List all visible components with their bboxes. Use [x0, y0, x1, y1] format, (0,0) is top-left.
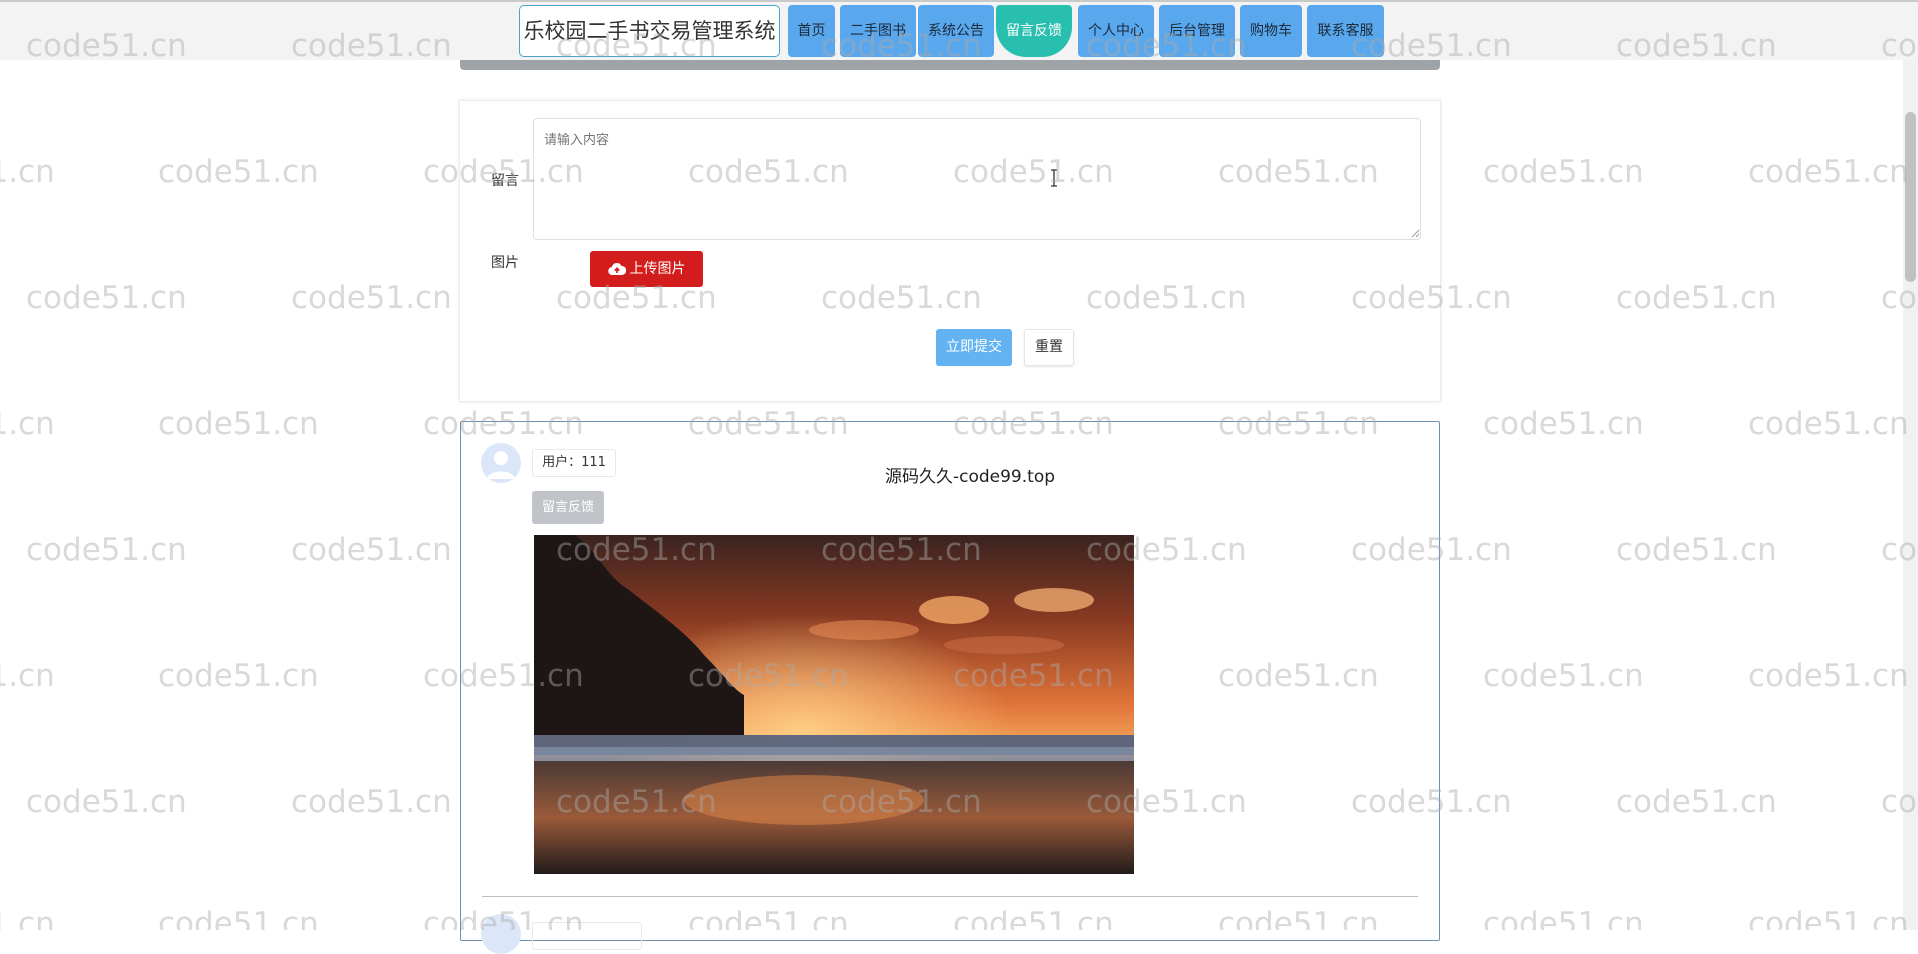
next-user-avatar	[481, 914, 521, 954]
image-label: 图片	[491, 255, 519, 271]
watermark-text: code51.cn	[1483, 906, 1644, 930]
top-border	[0, 0, 1918, 2]
page-scrollbar-thumb[interactable]	[1905, 112, 1916, 282]
watermark-text: code51.cn	[291, 532, 452, 568]
nav-home[interactable]: 首页	[788, 5, 835, 57]
message-textarea[interactable]	[533, 118, 1421, 240]
resize-grip-icon[interactable]	[1410, 228, 1420, 238]
nav-announcements[interactable]: 系统公告	[918, 5, 994, 57]
nav-personal-center[interactable]: 个人中心	[1078, 5, 1154, 57]
watermark-text: code51.cn	[1616, 532, 1777, 568]
watermark-text: code51.cn	[158, 658, 319, 694]
carousel-bottom-strip	[460, 60, 1440, 70]
watermark-text: code51.cn	[0, 406, 55, 442]
watermark-text: code51.cn	[1748, 406, 1909, 442]
watermark-text: code51.cn	[0, 906, 55, 930]
nav-used-books[interactable]: 二手图书	[840, 5, 916, 57]
watermark-text: code51.cn	[1483, 658, 1644, 694]
message-image	[534, 535, 1134, 874]
watermark-text: code51.cn	[26, 532, 187, 568]
watermark-text: code51.cn	[1748, 906, 1909, 930]
watermark-text: code51.cn	[26, 280, 187, 316]
watermark-text: code51.cn	[1616, 784, 1777, 820]
user-avatar	[481, 443, 521, 483]
avatar-person-icon	[481, 443, 521, 483]
text-cursor-icon	[1051, 169, 1057, 187]
watermark-text: code51.cn	[1483, 154, 1644, 190]
next-user-tag	[532, 922, 642, 950]
watermark-text: code51.cn	[0, 154, 55, 190]
watermark-text: code51.cn	[1748, 658, 1909, 694]
watermark-text: code51.cn	[158, 154, 319, 190]
watermark-text: code51.cn	[26, 784, 187, 820]
message-content: 源码久久-code99.top	[884, 467, 1056, 487]
submit-button[interactable]: 立即提交	[936, 329, 1012, 366]
nav-admin[interactable]: 后台管理	[1159, 5, 1235, 57]
upload-image-button[interactable]: 上传图片	[590, 251, 703, 287]
watermark-text: code51.cn	[1483, 406, 1644, 442]
watermark-text: code51.cn	[1748, 154, 1909, 190]
upload-button-label: 上传图片	[629, 261, 686, 277]
watermark-text: code51.cn	[158, 906, 319, 930]
message-label: 留言	[491, 173, 519, 189]
nav-customer-service[interactable]: 联系客服	[1307, 5, 1384, 57]
message-separator	[482, 896, 1418, 897]
nav-cart[interactable]: 购物车	[1240, 5, 1302, 57]
site-title: 乐校园二手书交易管理系统	[519, 5, 780, 57]
watermark-text: code51.cn	[158, 406, 319, 442]
watermark-text: code51.cn	[0, 658, 55, 694]
message-feedback-button[interactable]: 留言反馈	[532, 491, 604, 524]
reset-button[interactable]: 重置	[1024, 329, 1074, 366]
cloud-upload-icon	[607, 262, 626, 276]
watermark-text: code51.cn	[291, 280, 452, 316]
watermark-text: code51.cn	[1616, 280, 1777, 316]
nav-feedback[interactable]: 留言反馈	[996, 5, 1072, 57]
watermark-text: code51.cn	[291, 784, 452, 820]
user-name-tag: 用户：111	[532, 449, 616, 477]
